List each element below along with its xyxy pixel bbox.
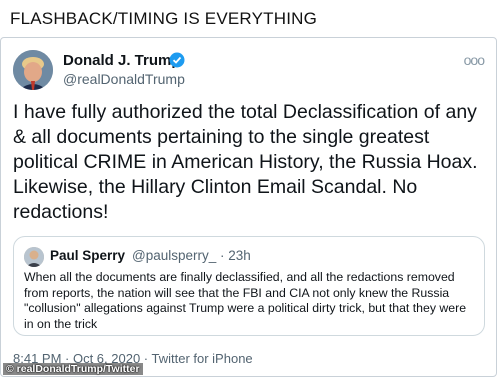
quoted-author-meta[interactable]: @paulsperry_ · 23h xyxy=(132,248,251,263)
more-options-icon[interactable]: ooo xyxy=(464,52,485,68)
avatar-image xyxy=(13,50,53,90)
tweet-text: I have fully authorized the total Declas… xyxy=(13,101,478,223)
quoted-author-name[interactable]: Paul Sperry xyxy=(50,248,125,263)
image-credit-watermark: © realDonaldTrump/Twitter xyxy=(3,363,143,375)
tweet-card[interactable]: Donald J. Trump @realDonaldTrump ooo I h… xyxy=(0,37,497,377)
avatar[interactable] xyxy=(13,50,53,90)
quoted-avatar-image xyxy=(24,247,44,267)
author-name[interactable]: Donald J. Trump xyxy=(63,52,181,69)
quoted-avatar xyxy=(24,247,44,267)
author-handle[interactable]: @realDonaldTrump xyxy=(63,71,185,87)
caption-headline: FLASHBACK/TIMING IS EVERYTHING xyxy=(10,9,318,28)
quoted-tweet[interactable]: Paul Sperry @paulsperry_ · 23h When all … xyxy=(13,236,485,336)
quoted-tweet-text: When all the documents are finally decla… xyxy=(24,270,467,331)
verified-badge-icon xyxy=(169,52,185,68)
